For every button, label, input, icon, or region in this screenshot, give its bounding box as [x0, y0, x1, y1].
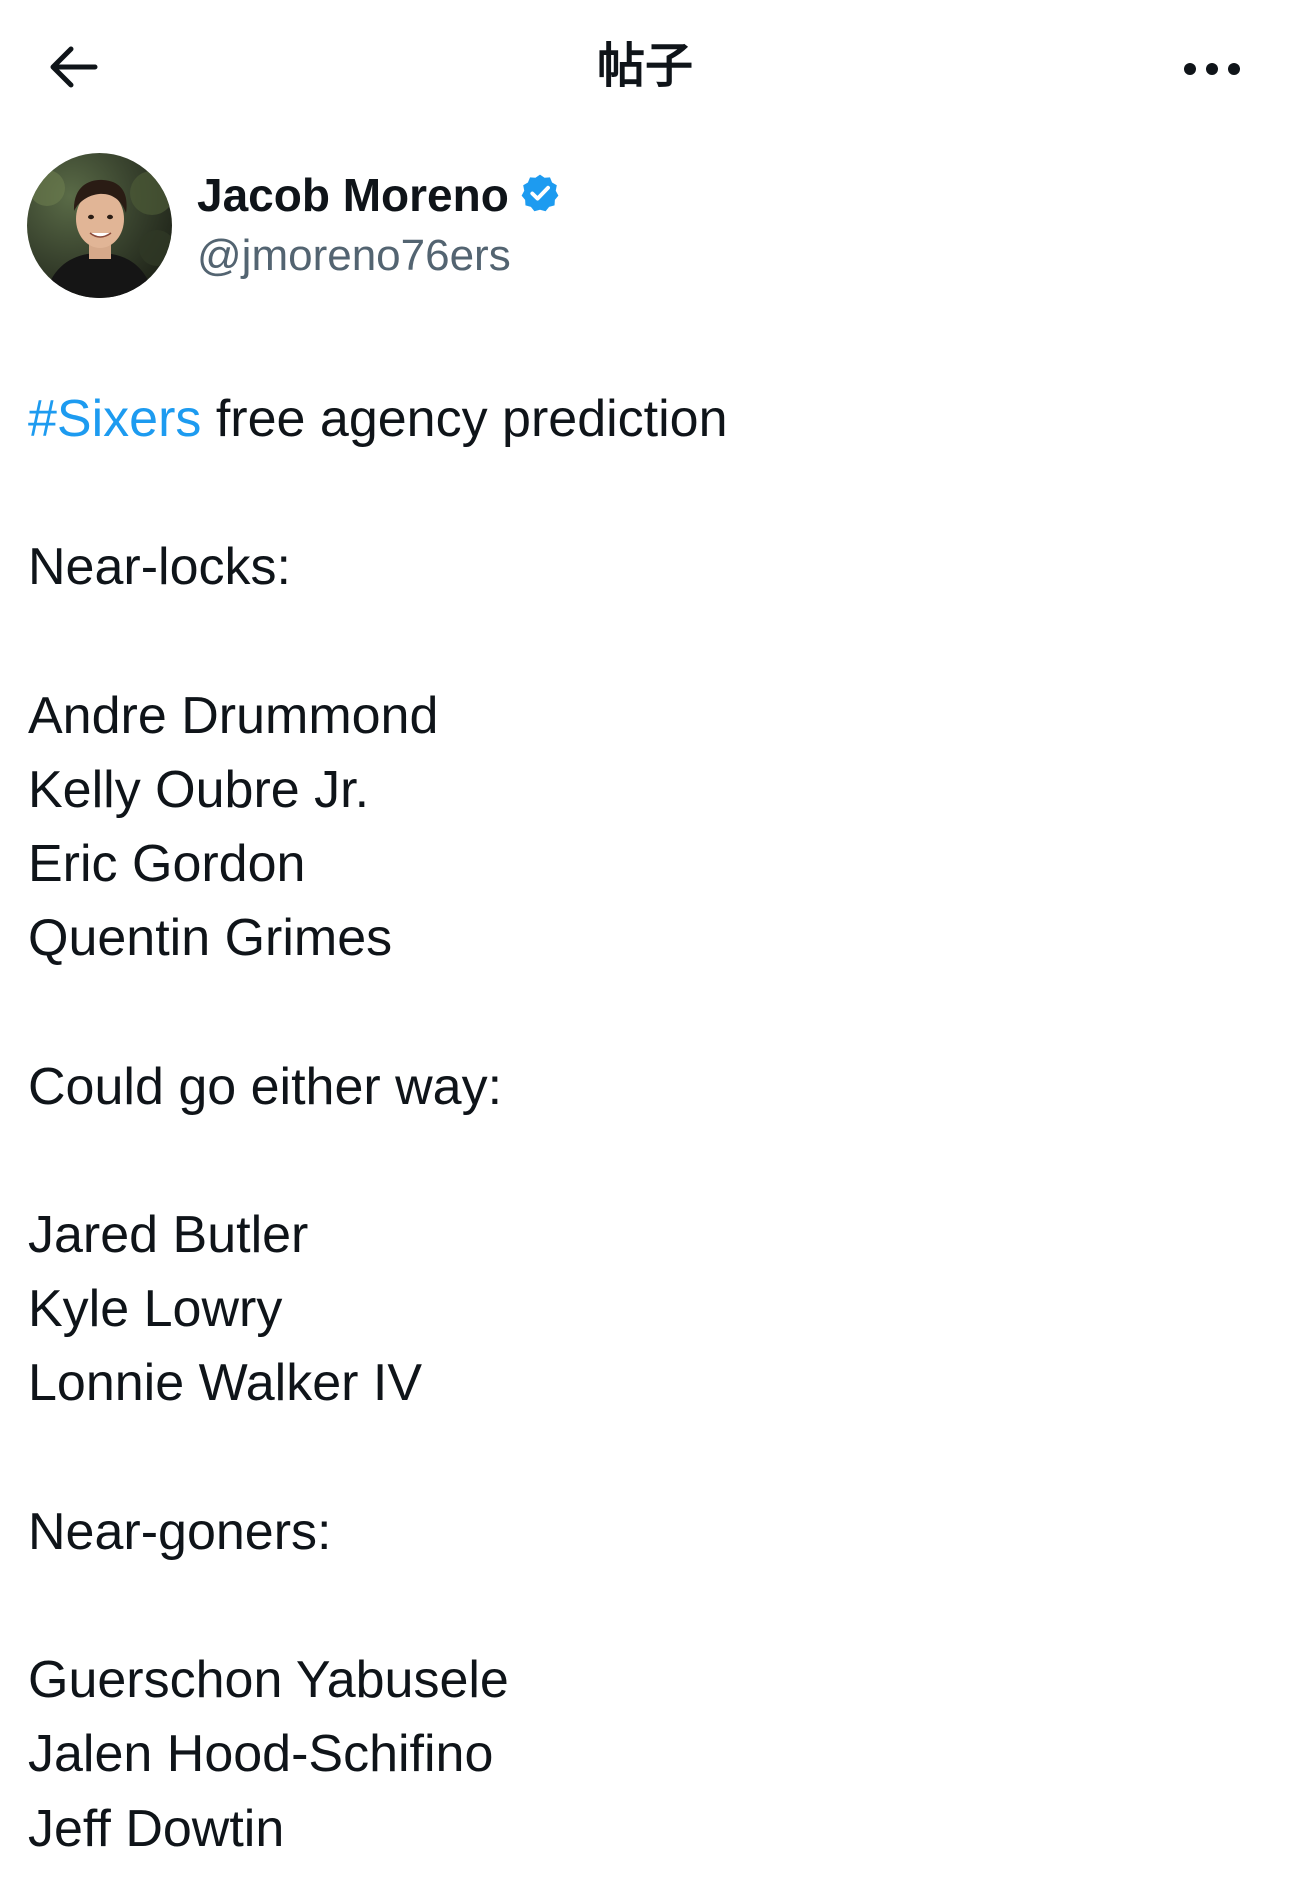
author-row: Jacob Moreno @jmoreno76ers: [27, 153, 1227, 301]
player-name: Kyle Lowry: [28, 1280, 283, 1339]
player-name: Quentin Grimes: [28, 909, 393, 968]
more-dot: [1206, 63, 1218, 75]
section-heading: Near-locks:: [28, 538, 291, 597]
section-heading: Could go either way:: [28, 1057, 503, 1116]
headline-text: free agency prediction: [201, 390, 728, 448]
display-name: Jacob Moreno: [197, 169, 509, 221]
verified-badge-icon: [519, 172, 561, 219]
avatar-image: [27, 153, 172, 298]
player-name: Lonnie Walker IV: [28, 1354, 423, 1413]
tweet-headline: #Sixers free agency prediction: [28, 382, 1258, 456]
more-dot: [1228, 63, 1240, 75]
tweet-text: #Sixers free agency prediction Near-lock…: [28, 382, 1258, 1866]
player-name: Jeff Dowtin: [28, 1799, 285, 1858]
hashtag-link[interactable]: #Sixers: [28, 390, 201, 448]
page-title: 帖子: [596, 38, 693, 94]
player-name: Kelly Oubre Jr.: [28, 760, 370, 819]
player-name: Andre Drummond: [28, 686, 439, 745]
display-name-row[interactable]: Jacob Moreno: [197, 167, 561, 223]
more-horizontal-icon: [1184, 63, 1196, 75]
user-handle[interactable]: @jmoreno76ers: [197, 228, 511, 284]
top-bar: 帖子: [0, 0, 1290, 130]
section-heading: Near-goners:: [28, 1502, 332, 1561]
avatar[interactable]: [27, 153, 172, 298]
more-options-button[interactable]: [1172, 34, 1252, 104]
player-name: Jalen Hood-Schifino: [28, 1725, 494, 1784]
player-name: Guerschon Yabusele: [28, 1651, 509, 1710]
player-name: Eric Gordon: [28, 835, 306, 894]
player-name: Jared Butler: [28, 1206, 309, 1265]
